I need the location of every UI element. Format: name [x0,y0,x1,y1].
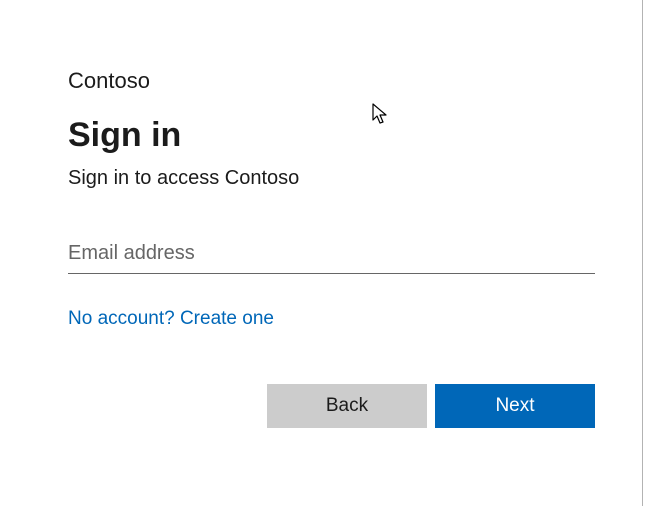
create-account-link[interactable]: No account? Create one [68,308,274,330]
panel-divider [642,0,643,506]
next-button[interactable]: Next [435,384,595,428]
page-title: Sign in [68,116,595,155]
brand-name: Contoso [68,68,595,94]
signin-panel: Contoso Sign in Sign in to access Contos… [0,0,663,428]
email-field[interactable] [68,238,595,274]
page-subtext: Sign in to access Contoso [68,167,595,190]
button-row: Back Next [68,384,595,428]
back-button[interactable]: Back [267,384,427,428]
